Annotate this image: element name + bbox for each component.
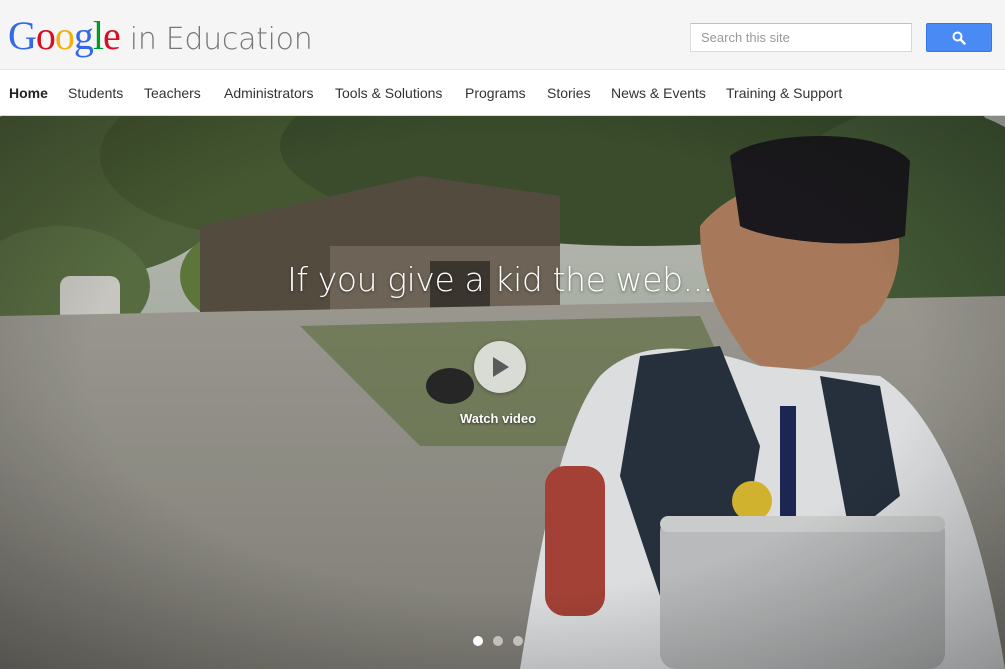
logo-letter: o xyxy=(35,13,56,58)
logo-letter: o xyxy=(54,13,75,58)
nav-item-stories[interactable]: Stories xyxy=(547,71,591,115)
logo-letter: G xyxy=(8,13,37,58)
carousel-dot-2[interactable] xyxy=(493,636,503,646)
top-header: G o o g l e in Education xyxy=(0,0,1005,70)
google-in-education-logo[interactable]: G o o g l e in Education xyxy=(8,13,313,59)
search-input[interactable] xyxy=(690,23,912,52)
hero-title: If you give a kid the web... xyxy=(287,260,713,299)
logo-letter: g xyxy=(73,13,94,58)
nav-item-students[interactable]: Students xyxy=(68,71,123,115)
nav-item-news-events[interactable]: News & Events xyxy=(611,71,706,115)
nav-item-programs[interactable]: Programs xyxy=(465,71,526,115)
watch-video-link[interactable]: Watch video xyxy=(420,411,576,426)
logo-letter: e xyxy=(103,13,121,58)
nav-item-home[interactable]: Home xyxy=(9,71,48,115)
play-video-button[interactable] xyxy=(474,341,526,393)
logo-subtitle: in Education xyxy=(129,22,313,57)
nav-item-training-support[interactable]: Training & Support xyxy=(726,71,842,115)
search-icon xyxy=(952,31,966,45)
main-navigation: Home Students Teachers Administrators To… xyxy=(0,71,1005,116)
hero-banner[interactable]: If you give a kid the web... Watch video xyxy=(0,116,1005,669)
play-icon xyxy=(493,357,509,377)
carousel-dot-3[interactable] xyxy=(513,636,523,646)
nav-item-administrators[interactable]: Administrators xyxy=(224,71,313,115)
search-button[interactable] xyxy=(926,23,992,52)
nav-item-teachers[interactable]: Teachers xyxy=(144,71,201,115)
nav-item-tools-solutions[interactable]: Tools & Solutions xyxy=(335,71,442,115)
carousel-dot-1[interactable] xyxy=(473,636,483,646)
logo-letter: l xyxy=(92,13,104,58)
